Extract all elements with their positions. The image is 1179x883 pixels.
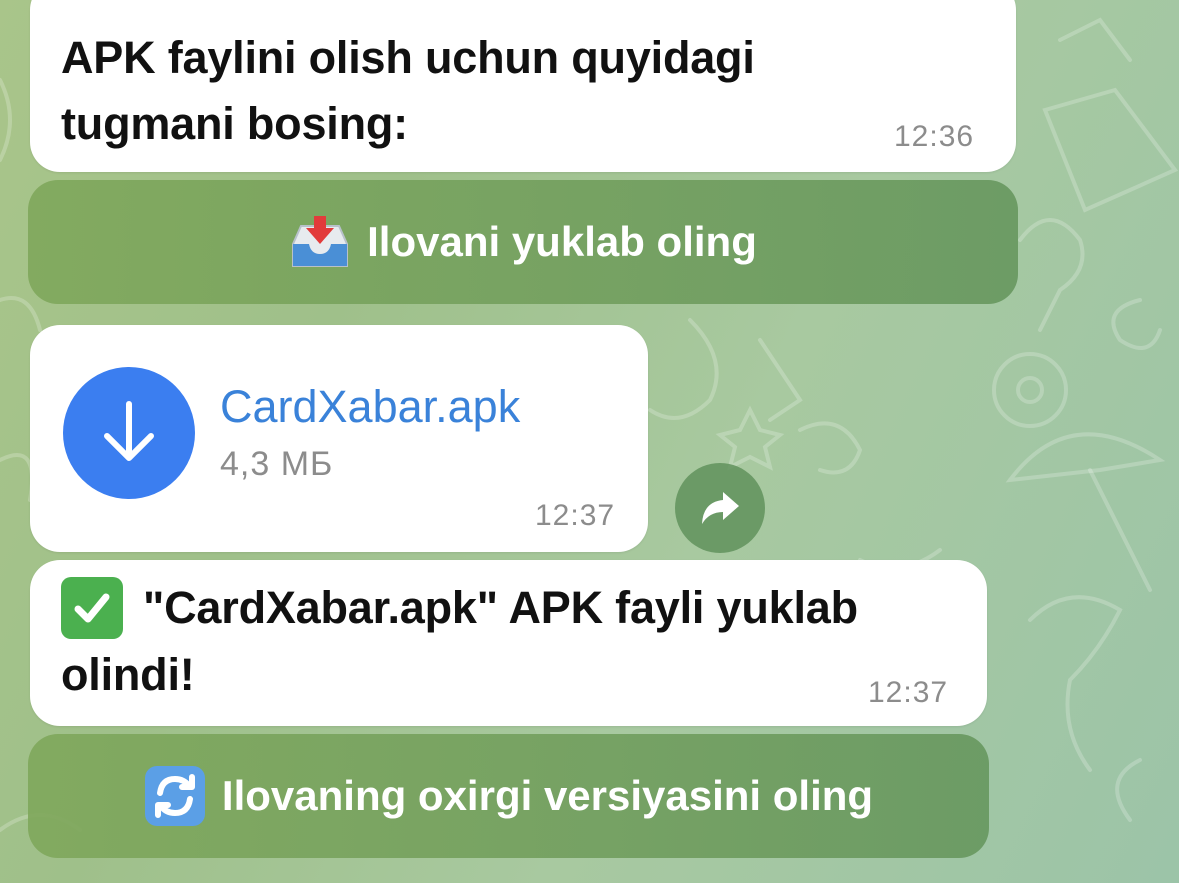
download-app-label: Ilovani yuklab oling: [367, 218, 757, 265]
get-latest-version-button[interactable]: Ilovaning oxirgi versiyasini oling: [28, 734, 989, 858]
message-time: 12:37: [535, 499, 616, 532]
file-name[interactable]: CardXabar.apk: [220, 381, 520, 433]
file-download-button[interactable]: [63, 367, 195, 499]
message-bubble-instruction: APK faylini olish uchun quyidagi tugmani…: [30, 0, 1016, 172]
file-message-bubble[interactable]: CardXabar.apk 4,3 МБ 12:37: [30, 325, 648, 552]
download-arrow-icon: [104, 401, 154, 461]
download-app-button[interactable]: Ilovani yuklab oling: [28, 180, 1018, 304]
inbox-tray-icon: [289, 214, 351, 270]
share-button[interactable]: [675, 463, 765, 553]
message-text-line: tugmani bosing:: [61, 98, 408, 149]
message-text-line: APK faylini olish uchun quyidagi: [61, 32, 755, 83]
arrows-cycle-icon: [144, 765, 206, 827]
message-text-line: "CardXabar.apk" APK fayli yuklab: [61, 575, 858, 641]
message-text: "CardXabar.apk" APK fayli yuklab: [143, 582, 858, 633]
message-time: 12:37: [868, 676, 949, 709]
check-mark-icon: [61, 577, 123, 639]
message-text-line: olindi!: [61, 649, 195, 700]
get-latest-version-label: Ilovaning oxirgi versiyasini oling: [221, 772, 874, 819]
message-bubble-success: "CardXabar.apk" APK fayli yuklab olindi!…: [30, 560, 987, 726]
file-size: 4,3 МБ: [220, 445, 334, 483]
share-arrow-icon: [702, 492, 739, 524]
message-time: 12:36: [894, 120, 975, 153]
